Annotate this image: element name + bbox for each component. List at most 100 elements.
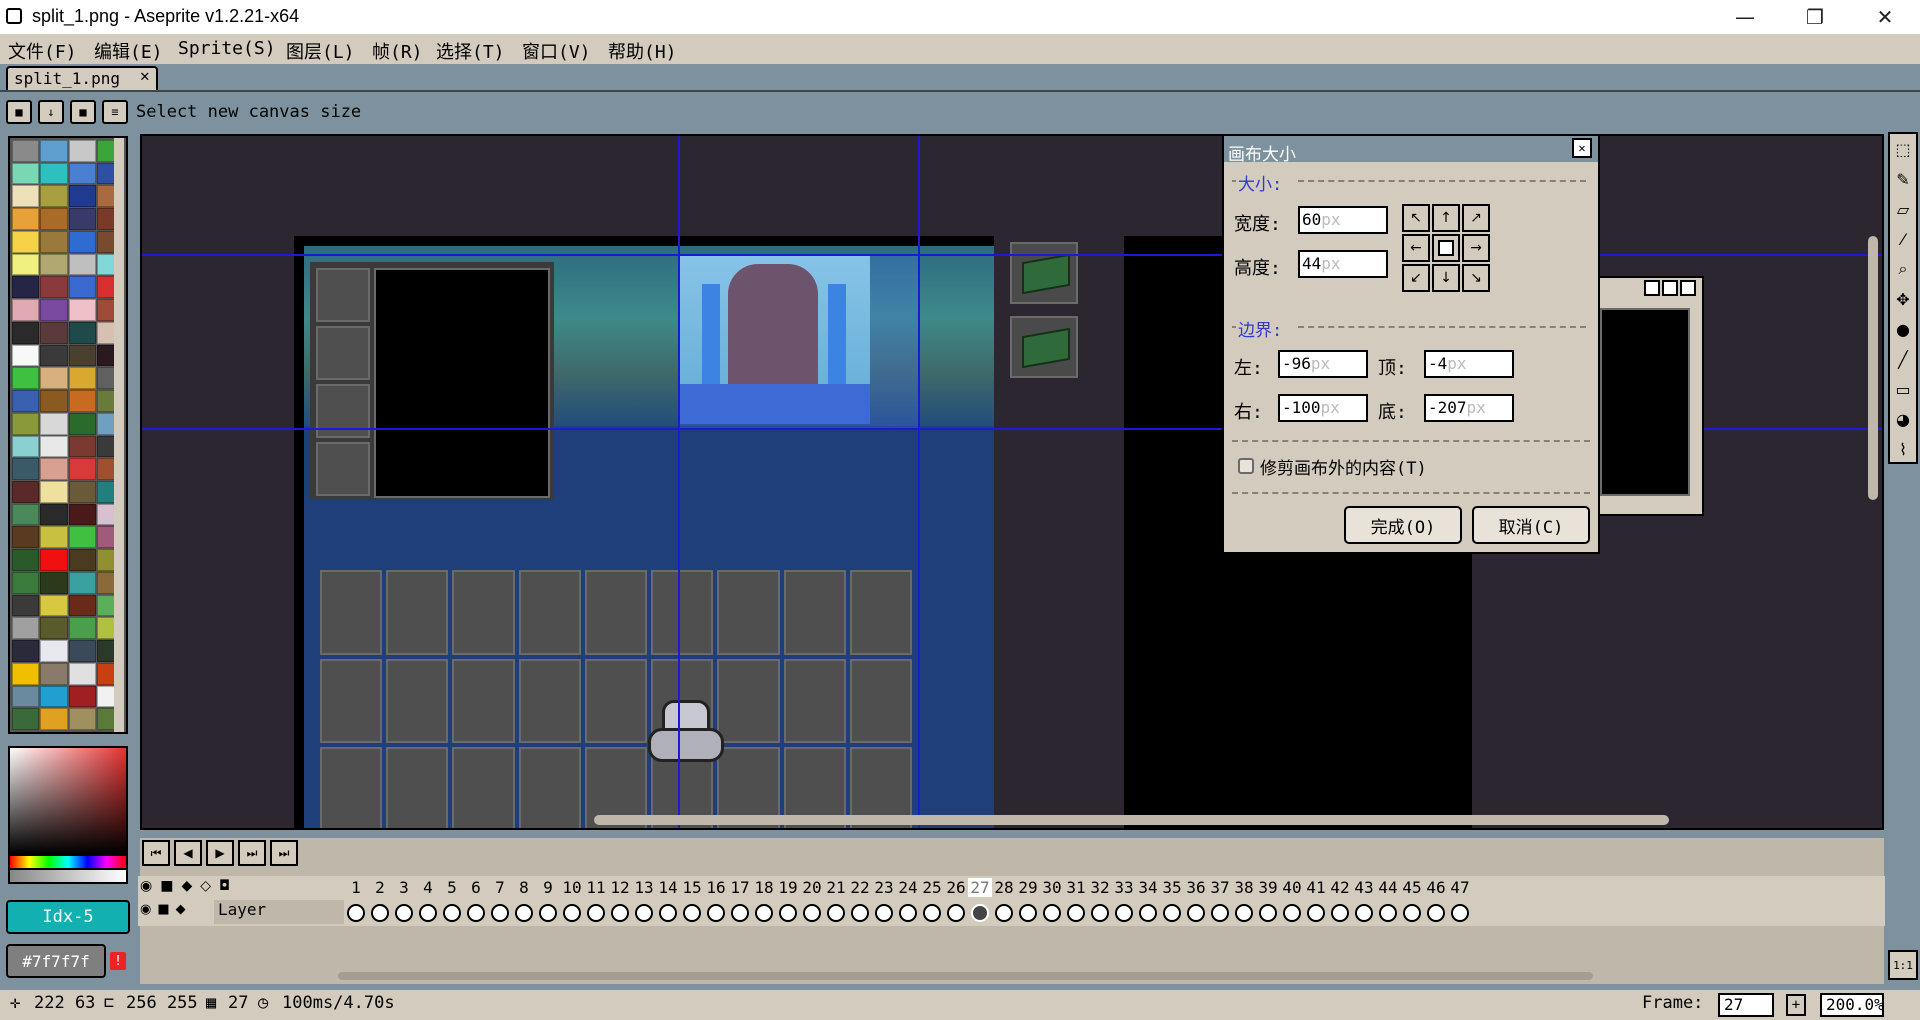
palette-swatch[interactable] xyxy=(12,230,40,253)
palette-swatch[interactable] xyxy=(68,617,96,640)
palette-swatch[interactable] xyxy=(40,708,68,730)
frame-cel[interactable] xyxy=(443,904,461,922)
previous-frame-icon[interactable]: ◀ xyxy=(174,840,202,866)
color-palette[interactable] xyxy=(8,136,128,734)
palette-swatch[interactable] xyxy=(68,140,96,162)
tab-close-icon[interactable]: ✕ xyxy=(140,66,150,85)
frame-number[interactable]: 16 xyxy=(704,878,728,897)
last-frame-icon[interactable]: ⏭ xyxy=(270,840,298,866)
layer-row[interactable]: ◉■◆ Layer xyxy=(138,900,1885,926)
bottom-field[interactable]: -207px xyxy=(1424,394,1514,422)
palette-swatch[interactable] xyxy=(68,208,96,230)
frame-number[interactable]: 20 xyxy=(800,878,824,897)
palette-swatch[interactable] xyxy=(12,276,40,299)
frame-number[interactable]: 44 xyxy=(1376,878,1400,897)
frame-cel[interactable] xyxy=(1259,904,1277,922)
palette-swatch[interactable] xyxy=(40,526,68,549)
frame-number[interactable]: 22 xyxy=(848,878,872,897)
anchor-bottom-right-icon[interactable]: ↘ xyxy=(1462,264,1490,292)
tab-document[interactable]: split_1.png ✕ xyxy=(6,66,158,90)
frame-cel[interactable] xyxy=(347,904,365,922)
palette-swatch[interactable] xyxy=(68,390,96,412)
frame-cel[interactable] xyxy=(1043,904,1061,922)
frame-cel[interactable] xyxy=(539,904,557,922)
palette-swatch[interactable] xyxy=(12,640,40,662)
palette-swatch[interactable] xyxy=(40,549,68,571)
ok-button[interactable]: 完成(O) xyxy=(1344,506,1462,544)
palette-swatch[interactable] xyxy=(12,162,40,185)
palette-swatch[interactable] xyxy=(68,276,96,299)
frame-cel[interactable] xyxy=(875,904,893,922)
palette-swatch[interactable] xyxy=(68,662,96,685)
palette-swatch[interactable] xyxy=(40,208,68,230)
anchor-top-left-icon[interactable]: ↖ xyxy=(1402,204,1430,232)
palette-swatch[interactable] xyxy=(12,208,40,230)
frame-cel[interactable] xyxy=(779,904,797,922)
palette-swatch[interactable] xyxy=(68,367,96,390)
eraser-icon[interactable]: ▱ xyxy=(1892,198,1914,220)
frame-number[interactable]: 36 xyxy=(1184,878,1208,897)
frame-number[interactable]: 35 xyxy=(1160,878,1184,897)
frame-cel[interactable] xyxy=(563,904,581,922)
palette-swatch[interactable] xyxy=(40,503,68,526)
rectangle-icon[interactable]: ▭ xyxy=(1892,378,1914,400)
frame-cel[interactable] xyxy=(683,904,701,922)
palette-swatch[interactable] xyxy=(12,480,40,503)
paint-bucket-icon[interactable]: ● xyxy=(1892,318,1914,340)
palette-swatch[interactable] xyxy=(68,685,96,708)
palette-swatch[interactable] xyxy=(12,321,40,344)
palette-swatch[interactable] xyxy=(68,162,96,185)
palette-swatch[interactable] xyxy=(68,412,96,435)
frame-number[interactable]: 11 xyxy=(584,878,608,897)
frame-number[interactable]: 12 xyxy=(608,878,632,897)
layer-flags-icons[interactable]: ◉■◆ xyxy=(140,902,212,922)
frame-number[interactable]: 45 xyxy=(1400,878,1424,897)
frame-number[interactable]: 4 xyxy=(416,878,440,897)
frame-cel[interactable] xyxy=(1115,904,1133,922)
palette-swatch[interactable] xyxy=(40,617,68,640)
preview-play-icon[interactable] xyxy=(1662,280,1678,296)
palette-swatch[interactable] xyxy=(68,571,96,594)
preview-close-icon[interactable] xyxy=(1680,280,1696,296)
frame-cel[interactable] xyxy=(1355,904,1373,922)
frame-number[interactable]: 28 xyxy=(992,878,1016,897)
menu-icon[interactable]: ≡ xyxy=(102,100,128,124)
frame-number[interactable]: 41 xyxy=(1304,878,1328,897)
palette-swatch[interactable] xyxy=(40,640,68,662)
frame-cel[interactable] xyxy=(587,904,605,922)
frame-number[interactable]: 43 xyxy=(1352,878,1376,897)
left-field[interactable]: -96px xyxy=(1278,350,1368,378)
frame-number[interactable]: 31 xyxy=(1064,878,1088,897)
palette-swatch[interactable] xyxy=(68,344,96,367)
palette-swatch[interactable] xyxy=(40,185,68,208)
menu-layer[interactable]: 图层(L) xyxy=(286,38,355,64)
frame-number[interactable]: 42 xyxy=(1328,878,1352,897)
frame-cel[interactable] xyxy=(1187,904,1205,922)
frame-cel[interactable] xyxy=(851,904,869,922)
hue-slider[interactable] xyxy=(8,856,128,870)
restore-button[interactable]: ❐ xyxy=(1780,0,1850,34)
frame-number[interactable]: 40 xyxy=(1280,878,1304,897)
frame-cel[interactable] xyxy=(1211,904,1229,922)
frame-number[interactable]: 29 xyxy=(1016,878,1040,897)
frame-cel[interactable] xyxy=(1163,904,1181,922)
palette-swatch[interactable] xyxy=(12,344,40,367)
palette-swatch[interactable] xyxy=(68,435,96,458)
next-frame-icon[interactable]: ⏭ xyxy=(238,840,266,866)
palette-swatch[interactable] xyxy=(40,276,68,299)
anchor-center-icon[interactable] xyxy=(1432,234,1460,262)
palette-swatch[interactable] xyxy=(68,503,96,526)
frame-cel[interactable] xyxy=(1067,904,1085,922)
palette-swatch[interactable] xyxy=(40,162,68,185)
palette-swatch[interactable] xyxy=(68,253,96,276)
palette-swatch[interactable] xyxy=(12,503,40,526)
frame-number[interactable]: 32 xyxy=(1088,878,1112,897)
frame-cel[interactable] xyxy=(1283,904,1301,922)
dialog-close-icon[interactable]: ✕ xyxy=(1572,138,1592,158)
frame-number[interactable]: 27 xyxy=(968,878,992,897)
frame-number[interactable]: 15 xyxy=(680,878,704,897)
anchor-bottom-left-icon[interactable]: ↙ xyxy=(1402,264,1430,292)
frame-cel[interactable] xyxy=(1451,904,1469,922)
frame-cel[interactable] xyxy=(707,904,725,922)
frame-cel[interactable] xyxy=(1427,904,1445,922)
